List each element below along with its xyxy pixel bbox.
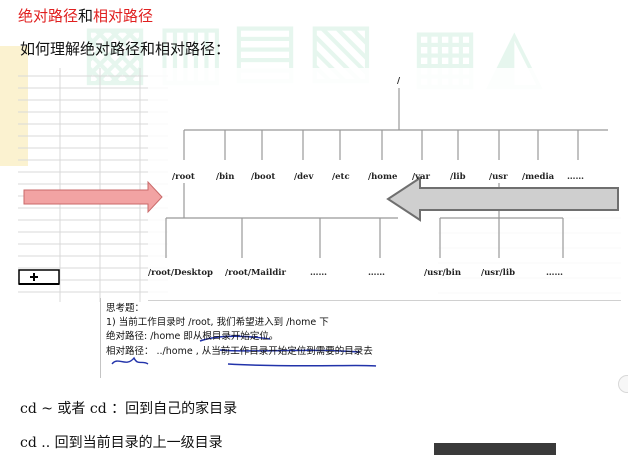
scroll-indicator[interactable]: [618, 375, 628, 393]
page-heading: 绝对路径和相对路径: [18, 5, 153, 26]
cmd-parent-dir: cd .. 回到当前目录的上一级目录: [20, 435, 223, 451]
note-line-1: 1) 当前工作目录时 /root, 我们希望进入到 /home 下: [106, 317, 329, 328]
dir-boot: /boot: [251, 172, 275, 182]
dir-root-maildir: /root/Maildir: [225, 268, 286, 278]
dir-root: /root: [172, 172, 195, 182]
dir-lib: /lib: [450, 172, 466, 182]
dir-bin: /bin: [216, 172, 234, 182]
dir-dev: /dev: [294, 172, 314, 182]
dir-more: ……: [567, 172, 584, 182]
dir-usr: /usr: [489, 172, 508, 182]
heading-conj: 和: [78, 7, 94, 25]
note-title: 思考题：: [106, 303, 145, 314]
directory-tree-diagram: / /root /bin /boot /dev /etc /home /var …: [18, 68, 621, 302]
dir-usr-lib: /usr/lib: [481, 268, 515, 278]
dir-root-more-1: ……: [310, 268, 327, 278]
heading-absolute: 绝对路径: [18, 7, 79, 25]
thinking-note: 思考题： 1) 当前工作目录时 /root, 我们希望进入到 /home 下 绝…: [100, 298, 600, 378]
note-line-2: 绝对路径: /home 即从根目录开始定位。: [106, 331, 279, 342]
dir-var: /var: [412, 172, 431, 182]
dir-root-more-2: ……: [368, 268, 385, 278]
dir-media: /media: [522, 172, 555, 182]
dir-usr-more: ……: [546, 268, 563, 278]
directory-tree-svg: / /root /bin /boot /dev /etc /home /var …: [18, 68, 621, 302]
dir-usr-bin: /usr/bin: [424, 268, 461, 278]
dir-etc: /etc: [332, 172, 350, 182]
cmd-home-dir: cd ~ 或者 cd ：回到自己的家目录: [20, 401, 238, 417]
cell-handle-icon[interactable]: [18, 269, 60, 285]
dir-home: /home: [368, 172, 398, 182]
dir-root-desktop: /root/Desktop: [148, 268, 213, 278]
dark-toolbar[interactable]: [434, 443, 556, 455]
note-line-3: 相对路径： ../home , 从当前工作目录开始定位到需要的目录去: [106, 346, 373, 357]
question-text: 如何理解绝对路径和相对路径：: [20, 40, 231, 58]
heading-relative: 相对路径: [93, 7, 154, 25]
